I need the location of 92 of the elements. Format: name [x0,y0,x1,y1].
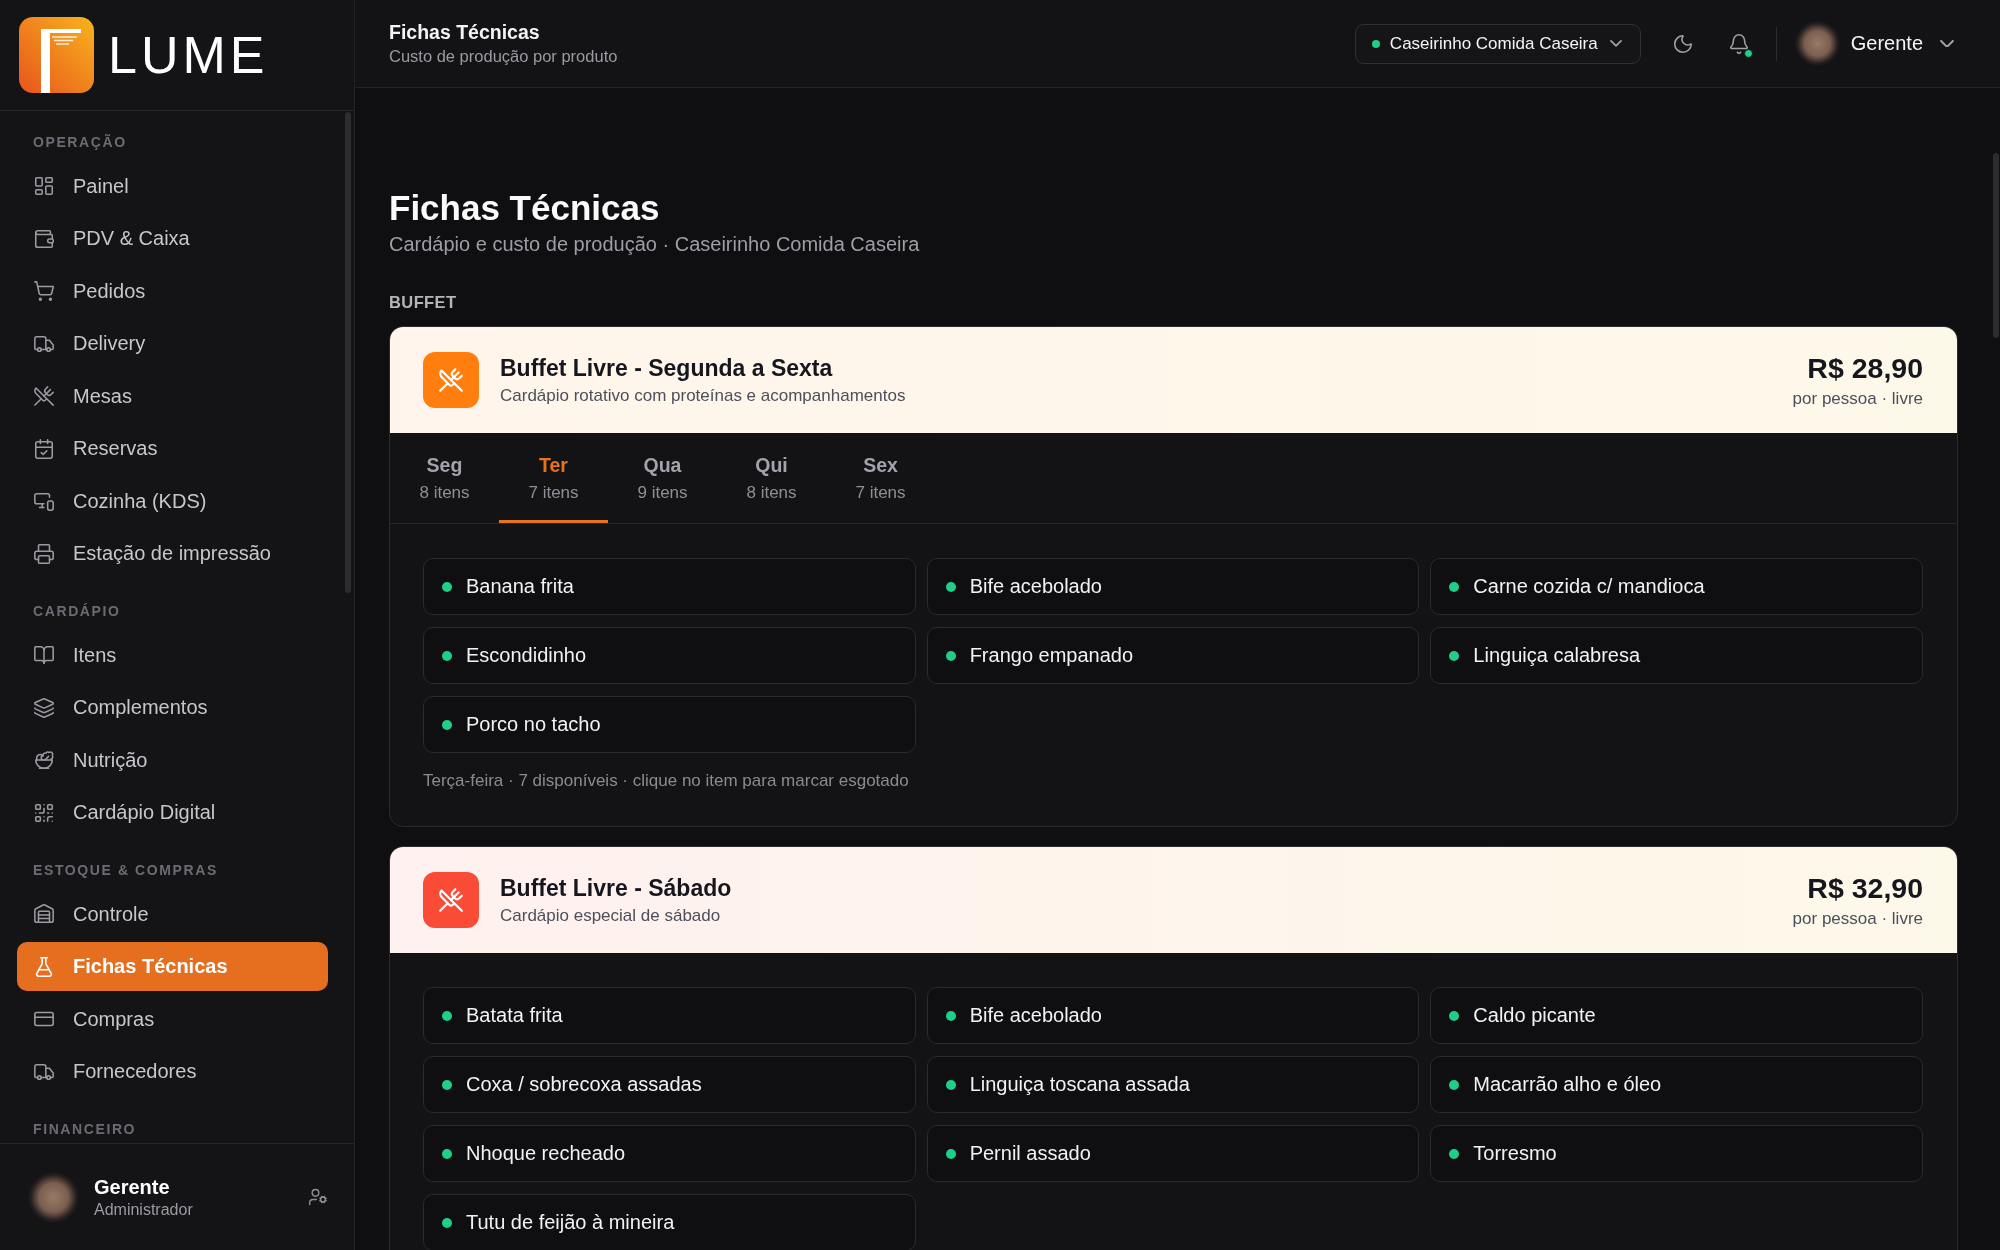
logo-wordmark: LUME [108,27,269,83]
price: R$ 32,90 [1807,871,1923,905]
user-menu-button[interactable]: Gerente [1794,21,1954,66]
dish-item[interactable]: Escondidinho [423,627,916,684]
nav-section-label: OPERAÇÃO [32,134,127,150]
dish-item[interactable]: Bife acebolado [926,558,1420,615]
dish-item[interactable]: Caldo picante [1430,987,1923,1044]
logo-icon [19,17,94,93]
printer-icon [33,542,55,565]
dish-item[interactable]: Torresmo [1430,1125,1923,1182]
day-tab[interactable]: Qua 9 itens [608,433,717,523]
tab-count: 9 itens [637,482,688,503]
scrollbar-thumb[interactable] [1993,153,1999,338]
dish-item[interactable]: Pernil assado [926,1125,1420,1182]
dish-item[interactable]: Frango empanado [926,627,1420,684]
page-title: Fichas Técnicas [389,187,660,229]
user-name: Gerente [94,1175,170,1199]
nav-item[interactable]: Reservas [17,424,328,473]
nav-item[interactable]: Controle [17,889,328,939]
nav-section-label: ESTOQUE & COMPRAS [32,862,218,878]
chevron-down-icon [1609,40,1622,47]
dish-item[interactable]: Macarrão alho e óleo [1430,1056,1923,1113]
tab-day: Ter [539,453,568,477]
tab-count: 7 itens [528,482,579,503]
avatar [1794,21,1840,66]
day-tab[interactable]: Sex 7 itens [826,433,935,523]
nav-item[interactable]: Delivery [17,319,328,368]
nav-item[interactable]: Cardápio Digital [17,788,328,837]
dish-item[interactable]: Carne cozida c/ mandioca [1430,558,1923,615]
scrollbar-thumb[interactable] [345,112,351,593]
calendar-icon [33,437,55,460]
book-icon [33,644,55,666]
wallet-icon [33,227,55,250]
nav-section-label: CARDÁPIO [32,603,121,619]
nav-item[interactable]: Fornecedores [17,1047,328,1096]
devices-icon [33,490,55,512]
tab-day: Sex [863,453,898,477]
cart-icon [33,280,55,302]
utensils-icon [33,385,55,407]
nav-item[interactable]: Painel [17,161,328,211]
price-note: por pessoa · livre [1792,388,1923,409]
dish-item[interactable]: Linguiça calabresa [1430,627,1923,684]
warehouse-icon [33,903,55,925]
tab-count: 8 itens [419,482,470,503]
tab-day: Seg [426,453,463,477]
nav-item[interactable]: Itens [17,630,328,680]
bell-icon [1727,32,1750,55]
dish-item[interactable]: Nhoque recheado [423,1125,916,1182]
moon-icon [1671,32,1694,55]
dashboard-icon [33,175,55,197]
nav-item[interactable]: Nutrição [17,735,328,785]
flask-icon [33,955,55,978]
day-tab[interactable]: Seg 8 itens [390,433,499,523]
card-title: Buffet Livre - Sábado [500,874,732,902]
card-subtitle: Cardápio rotativo com proteínas e acompanhamentos [500,385,906,406]
user-role: Administrador [94,1200,193,1219]
qr-code-icon [33,801,55,824]
tab-count: 8 itens [746,482,797,503]
header-subtitle: Custo de produção por produto [389,47,618,66]
nav-section-label: FINANCEIRO [32,1121,137,1137]
nav-item[interactable]: Complementos [17,683,328,732]
price: R$ 28,90 [1807,351,1923,385]
dish-item[interactable]: Linguiça toscana assada [926,1056,1420,1113]
tab-day: Qui [755,453,788,477]
day-tab[interactable]: Qui 8 itens [717,433,826,523]
dish-item[interactable]: Porco no tacho [423,696,916,753]
availability-note: Terça-feira · 7 disponíveis · clique no item para marcar esgotado [422,770,910,792]
price-note: por pessoa · livre [1792,908,1923,929]
tab-day: Qua [643,453,682,477]
nav-item[interactable]: PDV & Caixa [17,214,328,263]
nav-item[interactable]: Estação de impressão [17,529,328,578]
page-subtitle: Cardápio e custo de produção · Caseirinho Comida Caseira [389,232,920,257]
day-tab[interactable]: Ter 7 itens [499,433,608,523]
dish-item[interactable]: Coxa / sobrecoxa assadas [423,1056,916,1113]
dish-item[interactable]: Batata frita [423,987,916,1044]
nav-item[interactable]: Compras [17,994,328,1044]
layers-icon [33,696,55,719]
dish-item[interactable]: Bife acebolado [926,987,1420,1044]
user-settings-icon[interactable] [308,1187,328,1207]
tab-count: 7 itens [855,482,906,503]
nav-item[interactable]: Cozinha (KDS) [17,476,328,526]
dish-item[interactable]: Tutu de feijão à mineira [423,1194,916,1250]
card-title: Buffet Livre - Segunda a Sexta [500,354,833,382]
dish-item[interactable]: Banana frita [423,558,916,615]
salad-bowl-icon [33,749,55,771]
nav-item[interactable]: Pedidos [17,266,328,316]
chevron-down-icon [1940,39,1954,48]
store-selector[interactable]: Caseirinho Comida Caseira [1354,23,1641,64]
header-title: Fichas Técnicas [389,21,540,44]
nav-item[interactable]: Mesas [17,371,328,421]
group-label: BUFFET [389,292,457,312]
card-subtitle: Cardápio especial de sábado [500,905,721,926]
